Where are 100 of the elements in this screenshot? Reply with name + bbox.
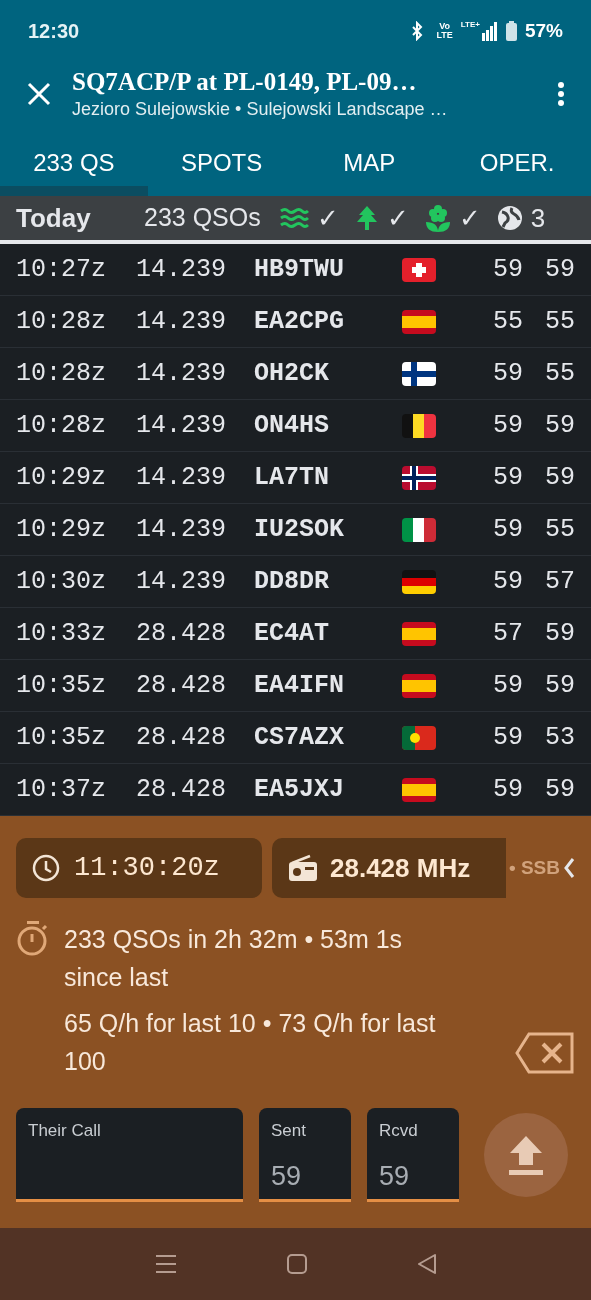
radio-icon: [288, 854, 318, 882]
field-label: Rcvd: [379, 1120, 419, 1142]
battery-icon: [505, 21, 517, 41]
qso-row[interactable]: 10:27z 14.239 HB9TWU 59 59: [0, 244, 591, 296]
qso-row[interactable]: 10:28z 14.239 ON4HS 59 59: [0, 400, 591, 452]
more-icon[interactable]: [557, 81, 565, 107]
ref-status: ✓: [458, 201, 481, 235]
norwegian-flag-icon: [402, 465, 436, 490]
text-field[interactable]: Their Call: [16, 1108, 243, 1202]
qso-time: 10:33z: [16, 617, 107, 650]
text-field[interactable]: Sent 59: [259, 1108, 351, 1202]
spanish-flag-icon: [402, 777, 436, 802]
qso-callsign: CS7AZX: [254, 721, 345, 754]
clock: 12:30: [28, 19, 80, 44]
qso-time: 10:37z: [16, 773, 107, 806]
ref-status: ✓: [316, 201, 339, 235]
rst-received: 55: [544, 357, 575, 390]
qso-time: 10:28z: [16, 409, 107, 442]
qso-frequency: 28.428: [136, 721, 227, 754]
qso-callsign: ON4HS: [254, 409, 330, 442]
screen-title: SQ7ACP/P at PL-0149, PL-09…: [72, 67, 418, 97]
current-time: 11:30:20z: [74, 851, 220, 885]
tab[interactable]: OPER.: [443, 140, 591, 196]
rst-sent: 59: [492, 721, 523, 754]
qso-time: 10:35z: [16, 721, 107, 754]
upload-icon: [509, 1135, 543, 1175]
rst-received: 55: [544, 513, 575, 546]
rst-sent: 59: [492, 461, 523, 494]
backspace-icon[interactable]: [515, 1032, 575, 1074]
belgian-flag-icon: [402, 413, 436, 438]
close-icon[interactable]: [26, 81, 52, 107]
spanish-flag-icon: [402, 621, 436, 646]
qso-row[interactable]: 10:28z 14.239 EA2CPG 55 55: [0, 296, 591, 348]
qso-row[interactable]: 10:29z 14.239 LA7TN 59 59: [0, 452, 591, 504]
qso-row[interactable]: 10:35z 28.428 CS7AZX 59 53: [0, 712, 591, 764]
mode: • SSB: [509, 855, 560, 880]
rst-sent: 59: [492, 565, 523, 598]
qso-row[interactable]: 10:33z 28.428 EC4AT 57 59: [0, 608, 591, 660]
back-icon[interactable]: [416, 1254, 437, 1274]
rst-received: 57: [544, 565, 575, 598]
qso-frequency: 14.239: [136, 461, 227, 494]
spanish-flag-icon: [402, 309, 436, 334]
frequency: 28.428 MHz: [330, 851, 471, 885]
field-value: 59: [379, 1159, 411, 1193]
qso-callsign: OH2CK: [254, 357, 330, 390]
rst-sent: 59: [492, 253, 523, 286]
rate-stats: 233 QSOs in 2h 32m • 53m 1s since last: [64, 924, 404, 993]
qso-frequency: 14.239: [136, 565, 227, 598]
rst-sent: 59: [492, 513, 523, 546]
rst-sent: 59: [492, 357, 523, 390]
field-label: Their Call: [28, 1120, 102, 1142]
qso-callsign: LA7TN: [254, 461, 330, 494]
qso-frequency: 28.428: [136, 773, 227, 806]
qso-time: 10:35z: [16, 669, 107, 702]
qso-time: 10:29z: [16, 513, 107, 546]
rst-received: 53: [544, 721, 575, 754]
qso-row[interactable]: 10:28z 14.239 OH2CK 59 55: [0, 348, 591, 400]
rate-stats: 65 Q/h for last 10 • 73 Q/h for last 100: [64, 1008, 437, 1077]
qso-callsign: EC4AT: [254, 617, 330, 650]
qso-frequency: 14.239: [136, 409, 227, 442]
qso-callsign: EA5JXJ: [254, 773, 345, 806]
tab[interactable]: MAP: [295, 140, 444, 196]
rst-received: 59: [544, 461, 575, 494]
rst-received: 59: [544, 617, 575, 650]
qso-callsign: IU2SOK: [254, 513, 345, 546]
qso-callsign: EA4IFN: [254, 669, 345, 702]
globe-icon: [496, 205, 523, 231]
screen-subtitle: Jezioro Sulejowskie • Sulejowski Landscape …: [72, 98, 449, 121]
qso-row[interactable]: 10:30z 14.239 DD8DR 59 57: [0, 556, 591, 608]
field-value: 59: [271, 1159, 303, 1193]
flower-icon: [424, 204, 451, 232]
tab[interactable]: SPOTS: [147, 140, 296, 196]
qso-callsign: DD8DR: [254, 565, 330, 598]
qso-row[interactable]: 10:35z 28.428 EA4IFN 59 59: [0, 660, 591, 712]
rst-sent: 59: [492, 669, 523, 702]
qso-frequency: 14.239: [136, 513, 227, 546]
qso-callsign: HB9TWU: [254, 253, 345, 286]
frequency-chip[interactable]: 28.428 MHz: [272, 838, 506, 898]
ref-status: 3: [530, 201, 546, 235]
rst-received: 59: [544, 409, 575, 442]
qso-time: 10:29z: [16, 461, 107, 494]
qso-frequency: 28.428: [136, 669, 227, 702]
text-field[interactable]: Rcvd 59: [367, 1108, 459, 1202]
rst-sent: 55: [492, 305, 523, 338]
rst-received: 55: [544, 305, 575, 338]
menu-icon[interactable]: [154, 1254, 177, 1274]
qso-frequency: 14.239: [136, 253, 227, 286]
home-icon[interactable]: [286, 1254, 307, 1274]
day-label: Today: [16, 201, 92, 235]
clock-icon: [32, 854, 60, 882]
qso-time: 10:28z: [16, 305, 107, 338]
time-chip[interactable]: 11:30:20z: [16, 838, 262, 898]
rst-received: 59: [544, 773, 575, 806]
qso-frequency: 14.239: [136, 357, 227, 390]
qso-row[interactable]: 10:29z 14.239 IU2SOK 59 55: [0, 504, 591, 556]
chevron-left-icon[interactable]: [563, 857, 575, 879]
qso-frequency: 14.239: [136, 305, 227, 338]
stopwatch-icon: [16, 920, 50, 958]
qso-callsign: EA2CPG: [254, 305, 345, 338]
qso-time: 10:30z: [16, 565, 107, 598]
